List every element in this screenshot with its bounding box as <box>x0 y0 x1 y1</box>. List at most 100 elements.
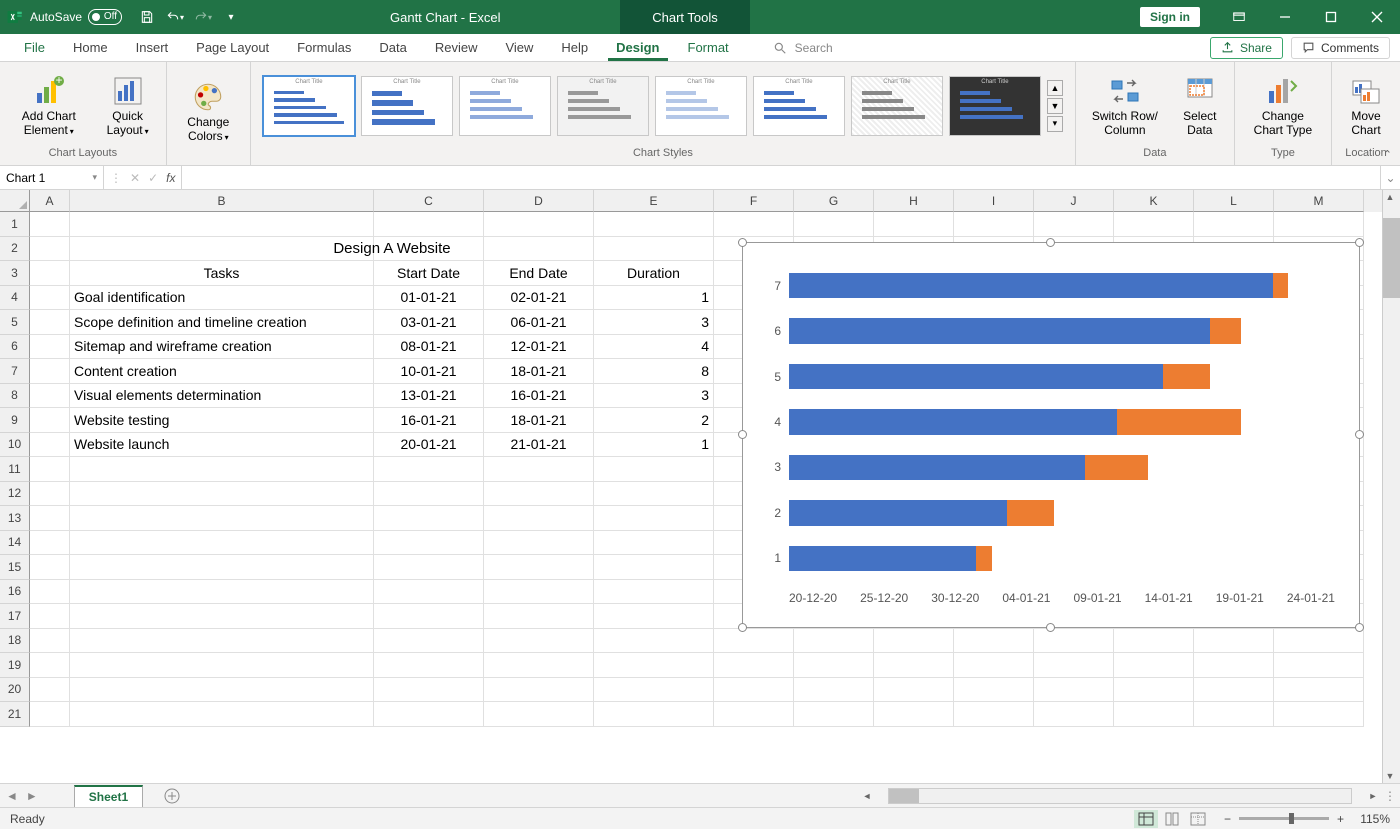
move-chart-button[interactable]: Move Chart <box>1338 70 1394 140</box>
undo-icon[interactable]: ▾ <box>166 8 184 26</box>
col-header-K[interactable]: K <box>1114 190 1194 212</box>
cell[interactable] <box>484 482 594 507</box>
quick-layout-button[interactable]: Quick Layout▾ <box>96 70 160 140</box>
cell[interactable] <box>374 702 484 727</box>
cell[interactable]: 12-01-21 <box>484 335 594 360</box>
cell[interactable] <box>30 482 70 507</box>
select-data-button[interactable]: Select Data <box>1172 70 1228 140</box>
row-header[interactable]: 5 <box>0 310 30 335</box>
chart-bar-series1[interactable] <box>789 364 1163 389</box>
cell[interactable] <box>484 580 594 605</box>
cell[interactable] <box>374 482 484 507</box>
autosave-toggle[interactable]: AutoSave Off <box>30 9 122 25</box>
cell[interactable] <box>484 629 594 654</box>
chart-bar-series1[interactable] <box>789 546 976 571</box>
cell[interactable] <box>714 629 794 654</box>
tab-design[interactable]: Design <box>602 35 673 60</box>
cell[interactable]: 06-01-21 <box>484 310 594 335</box>
cell[interactable] <box>484 531 594 556</box>
cell[interactable] <box>70 653 374 678</box>
zoom-level[interactable]: 115% <box>1352 812 1390 826</box>
cell[interactable] <box>30 555 70 580</box>
tab-split-icon[interactable]: ⋮ <box>1384 789 1396 803</box>
cell[interactable] <box>70 580 374 605</box>
cell[interactable]: 16-01-21 <box>374 408 484 433</box>
chart-style-2[interactable]: Chart Title <box>361 76 453 136</box>
embedded-chart[interactable]: 1234567 20-12-2025-12-2030-12-2004-01-21… <box>742 242 1360 628</box>
zoom-in-icon[interactable]: + <box>1337 812 1344 826</box>
cell[interactable] <box>1274 678 1364 703</box>
select-all-corner[interactable] <box>0 190 30 212</box>
cell[interactable] <box>714 212 794 237</box>
chart-bar-series2[interactable] <box>1117 409 1242 434</box>
cell[interactable] <box>374 653 484 678</box>
view-page-break-icon[interactable] <box>1186 810 1210 828</box>
row-header[interactable]: 9 <box>0 408 30 433</box>
cell[interactable]: Visual elements determination <box>70 384 374 409</box>
row-header[interactable]: 1 <box>0 212 30 237</box>
row-header[interactable]: 21 <box>0 702 30 727</box>
cell[interactable] <box>794 678 874 703</box>
cell[interactable] <box>374 629 484 654</box>
horizontal-scrollbar[interactable]: ◄ ► <box>860 787 1380 805</box>
cell[interactable] <box>594 629 714 654</box>
sheet-tab-sheet1[interactable]: Sheet1 <box>74 785 143 807</box>
cell[interactable] <box>30 678 70 703</box>
cell[interactable] <box>30 457 70 482</box>
fx-icon[interactable]: fx <box>166 171 175 185</box>
row-header[interactable]: 3 <box>0 261 30 286</box>
cell[interactable] <box>594 531 714 556</box>
cell[interactable] <box>374 506 484 531</box>
scroll-right-icon[interactable]: ► <box>1366 789 1380 803</box>
cell[interactable] <box>714 678 794 703</box>
col-header-F[interactable]: F <box>714 190 794 212</box>
cell[interactable]: 16-01-21 <box>484 384 594 409</box>
cell[interactable] <box>484 555 594 580</box>
col-header-L[interactable]: L <box>1194 190 1274 212</box>
tab-help[interactable]: Help <box>547 35 602 60</box>
cell[interactable] <box>1034 629 1114 654</box>
cell[interactable]: 13-01-21 <box>374 384 484 409</box>
cell[interactable] <box>594 678 714 703</box>
scroll-up-icon[interactable]: ▲ <box>1383 190 1397 204</box>
chart-style-1[interactable]: Chart Title <box>263 76 355 136</box>
cell[interactable] <box>954 653 1034 678</box>
cell[interactable] <box>1034 702 1114 727</box>
cell[interactable] <box>594 604 714 629</box>
resize-handle-n[interactable] <box>1046 238 1055 247</box>
gallery-down-icon[interactable]: ▼ <box>1047 98 1063 114</box>
tab-format[interactable]: Format <box>674 35 743 60</box>
row-header[interactable]: 16 <box>0 580 30 605</box>
cell[interactable] <box>30 580 70 605</box>
scroll-down-icon[interactable]: ▼ <box>1383 769 1397 783</box>
tab-page-layout[interactable]: Page Layout <box>182 35 283 60</box>
cell[interactable] <box>1274 653 1364 678</box>
cell[interactable] <box>374 531 484 556</box>
cell[interactable]: 21-01-21 <box>484 433 594 458</box>
chart-bar-series1[interactable] <box>789 455 1085 480</box>
cell[interactable]: 1 <box>594 286 714 311</box>
row-header[interactable]: 13 <box>0 506 30 531</box>
row-header[interactable]: 6 <box>0 335 30 360</box>
formula-input[interactable] <box>182 166 1380 189</box>
cell[interactable] <box>30 310 70 335</box>
cell[interactable] <box>374 604 484 629</box>
cell[interactable]: Tasks <box>70 261 374 286</box>
cell[interactable] <box>1034 212 1114 237</box>
cell[interactable]: 10-01-21 <box>374 359 484 384</box>
cell[interactable] <box>1114 702 1194 727</box>
chart-bar-series2[interactable] <box>1210 318 1241 343</box>
cell[interactable] <box>794 653 874 678</box>
row-header[interactable]: 4 <box>0 286 30 311</box>
cell[interactable]: Scope definition and timeline creation <box>70 310 374 335</box>
qat-more-icon[interactable]: ▾ <box>222 8 240 26</box>
cancel-formula-icon[interactable]: ✕ <box>130 171 140 185</box>
chart-bar-series1[interactable] <box>789 318 1210 343</box>
cell[interactable] <box>30 629 70 654</box>
resize-handle-se[interactable] <box>1355 623 1364 632</box>
cell[interactable]: Design A Website <box>70 237 374 262</box>
col-header-A[interactable]: A <box>30 190 70 212</box>
cell[interactable] <box>714 702 794 727</box>
cell[interactable] <box>594 555 714 580</box>
cell[interactable] <box>484 702 594 727</box>
